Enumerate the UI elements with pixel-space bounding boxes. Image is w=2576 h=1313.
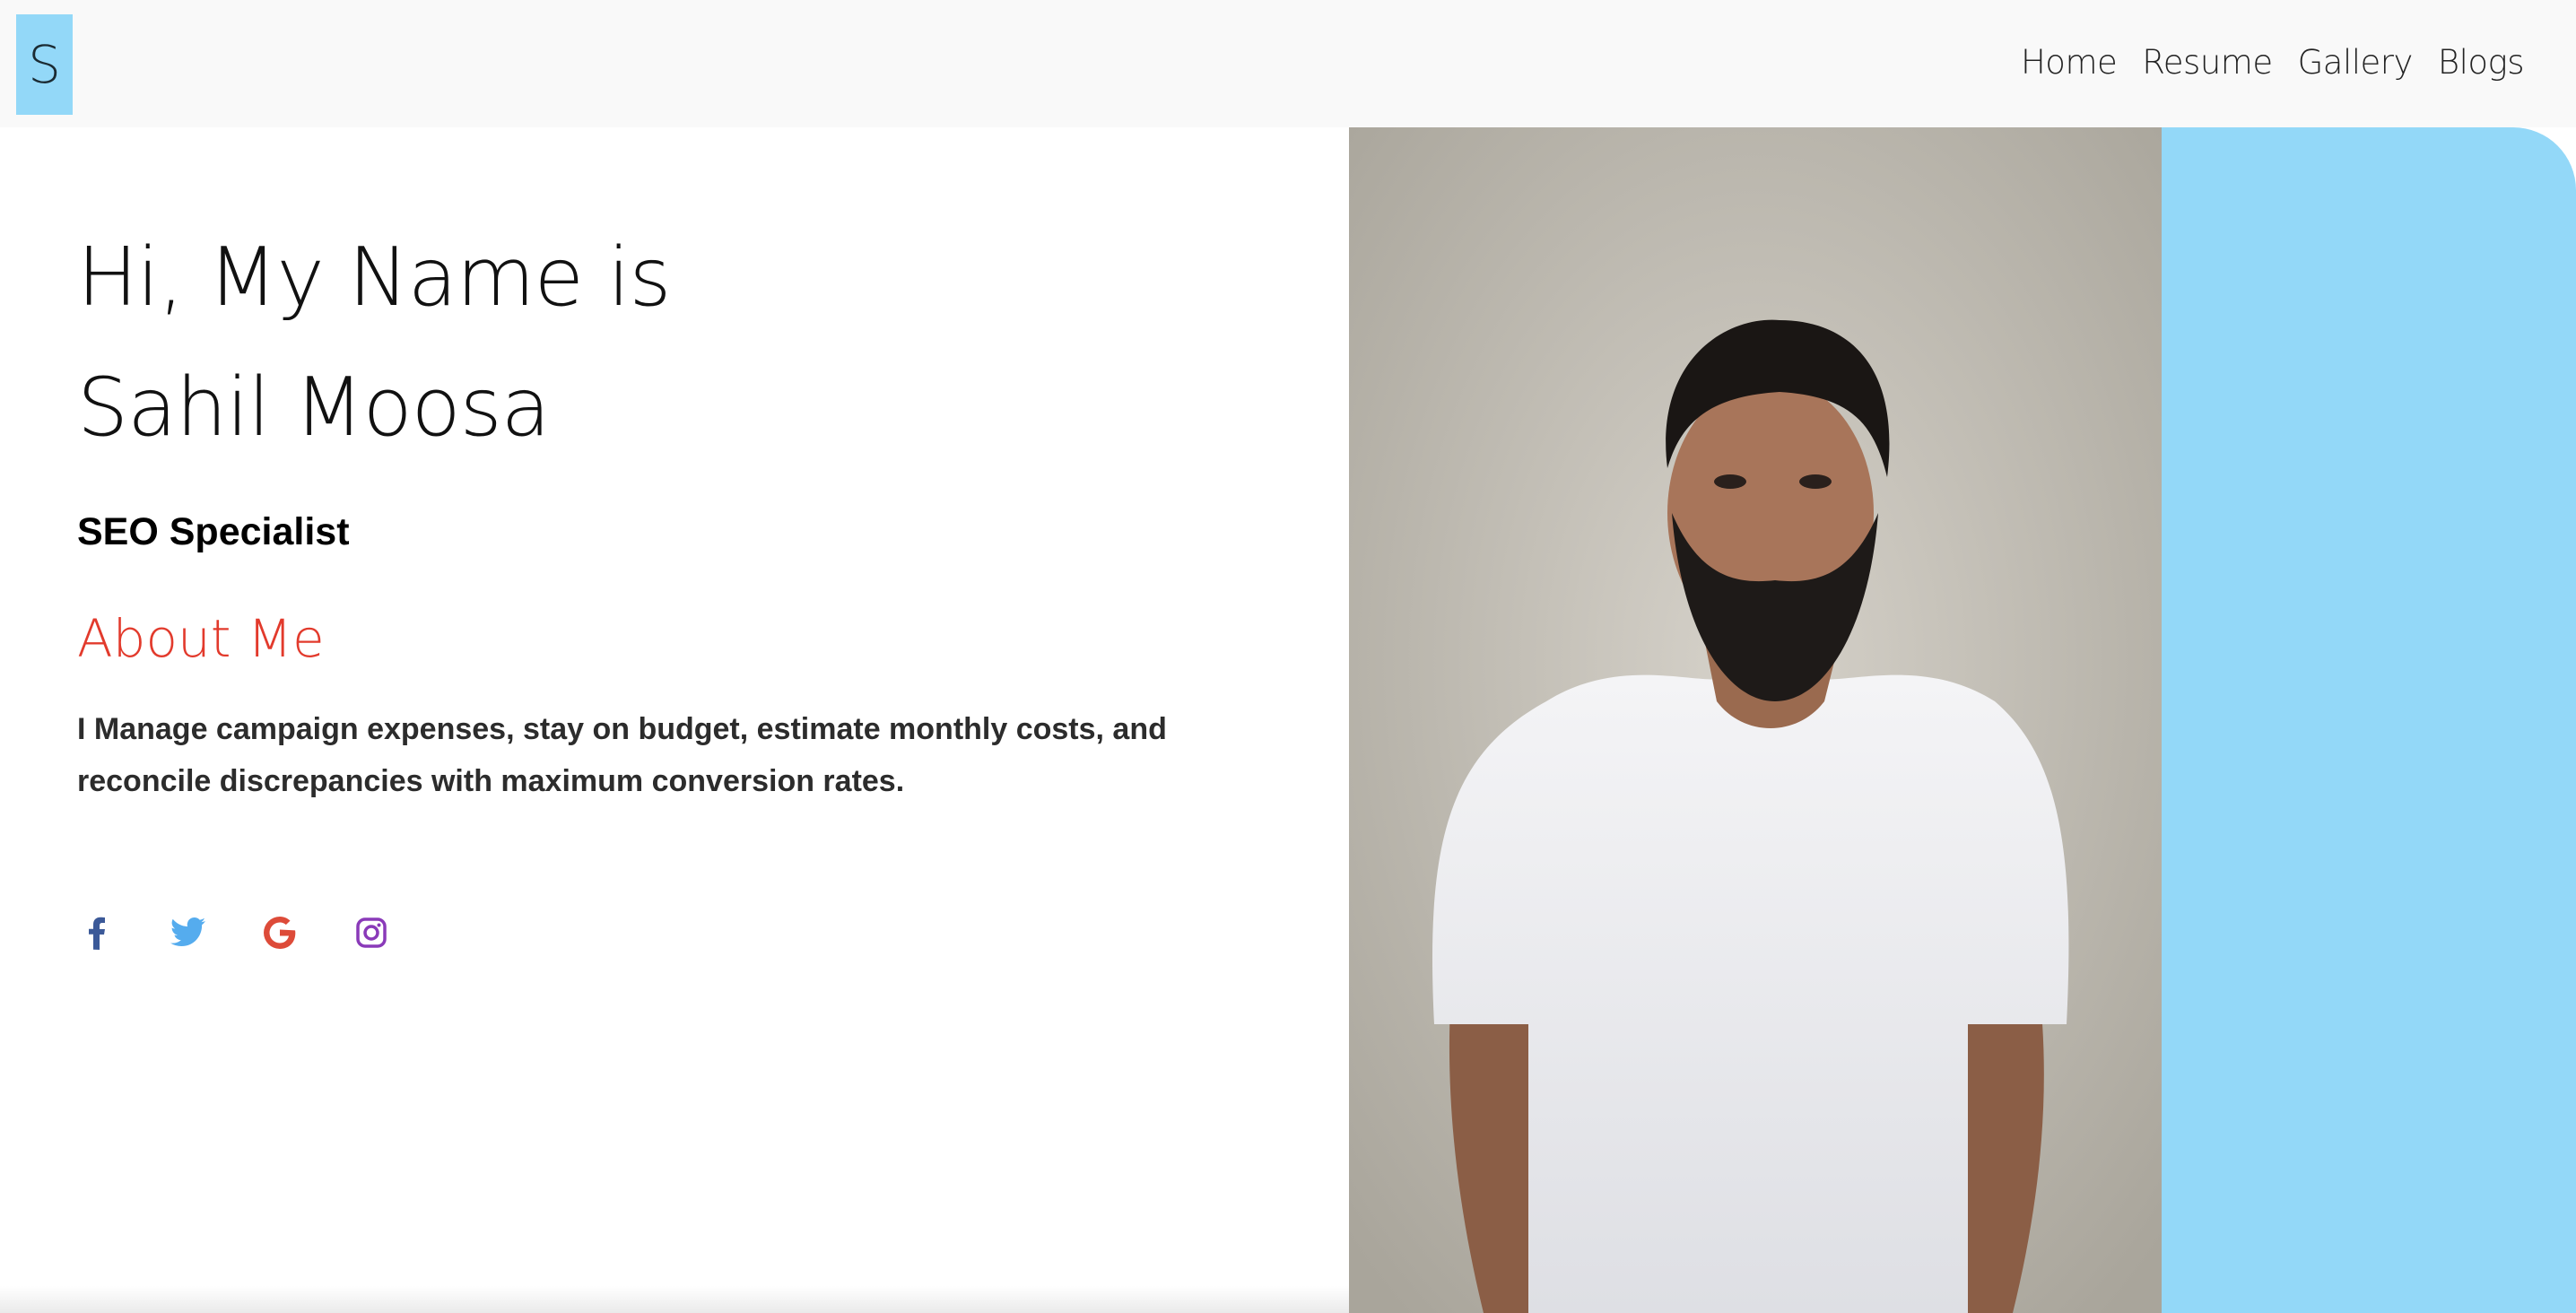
twitter-icon[interactable] — [169, 913, 208, 952]
bottom-shadow — [0, 1286, 1349, 1313]
portrait-photo — [1349, 127, 2162, 1313]
bio-text: I Manage campaign expenses, stay on budg… — [77, 712, 1167, 798]
greeting-line-1: Hi, My Name is — [77, 230, 671, 325]
person-name: Sahil Moosa — [77, 361, 551, 455]
hero-text: Hi, My Name is Sahil Moosa SEO Specialis… — [77, 127, 1315, 952]
nav-gallery-link[interactable]: Gallery — [2298, 43, 2414, 82]
job-title: SEO Specialist — [77, 510, 350, 553]
greeting: Hi, My Name is Sahil Moosa — [77, 213, 1315, 473]
nav-blogs-link[interactable]: Blogs — [2438, 43, 2525, 82]
google-icon[interactable] — [260, 913, 300, 952]
nav-resume-link[interactable]: Resume — [2142, 43, 2273, 82]
main-nav: Home Resume Gallery Blogs — [2021, 43, 2525, 82]
nav-home-link[interactable]: Home — [2021, 43, 2118, 82]
portrait-illustration — [1349, 127, 2162, 1313]
social-links — [77, 913, 1315, 952]
facebook-icon[interactable] — [77, 913, 117, 952]
site-logo[interactable]: S — [16, 14, 73, 115]
about-heading: About Me — [77, 608, 325, 669]
accent-panel — [2162, 127, 2576, 1313]
top-header: S Home Resume Gallery Blogs — [0, 0, 2576, 127]
instagram-icon[interactable] — [352, 913, 391, 952]
